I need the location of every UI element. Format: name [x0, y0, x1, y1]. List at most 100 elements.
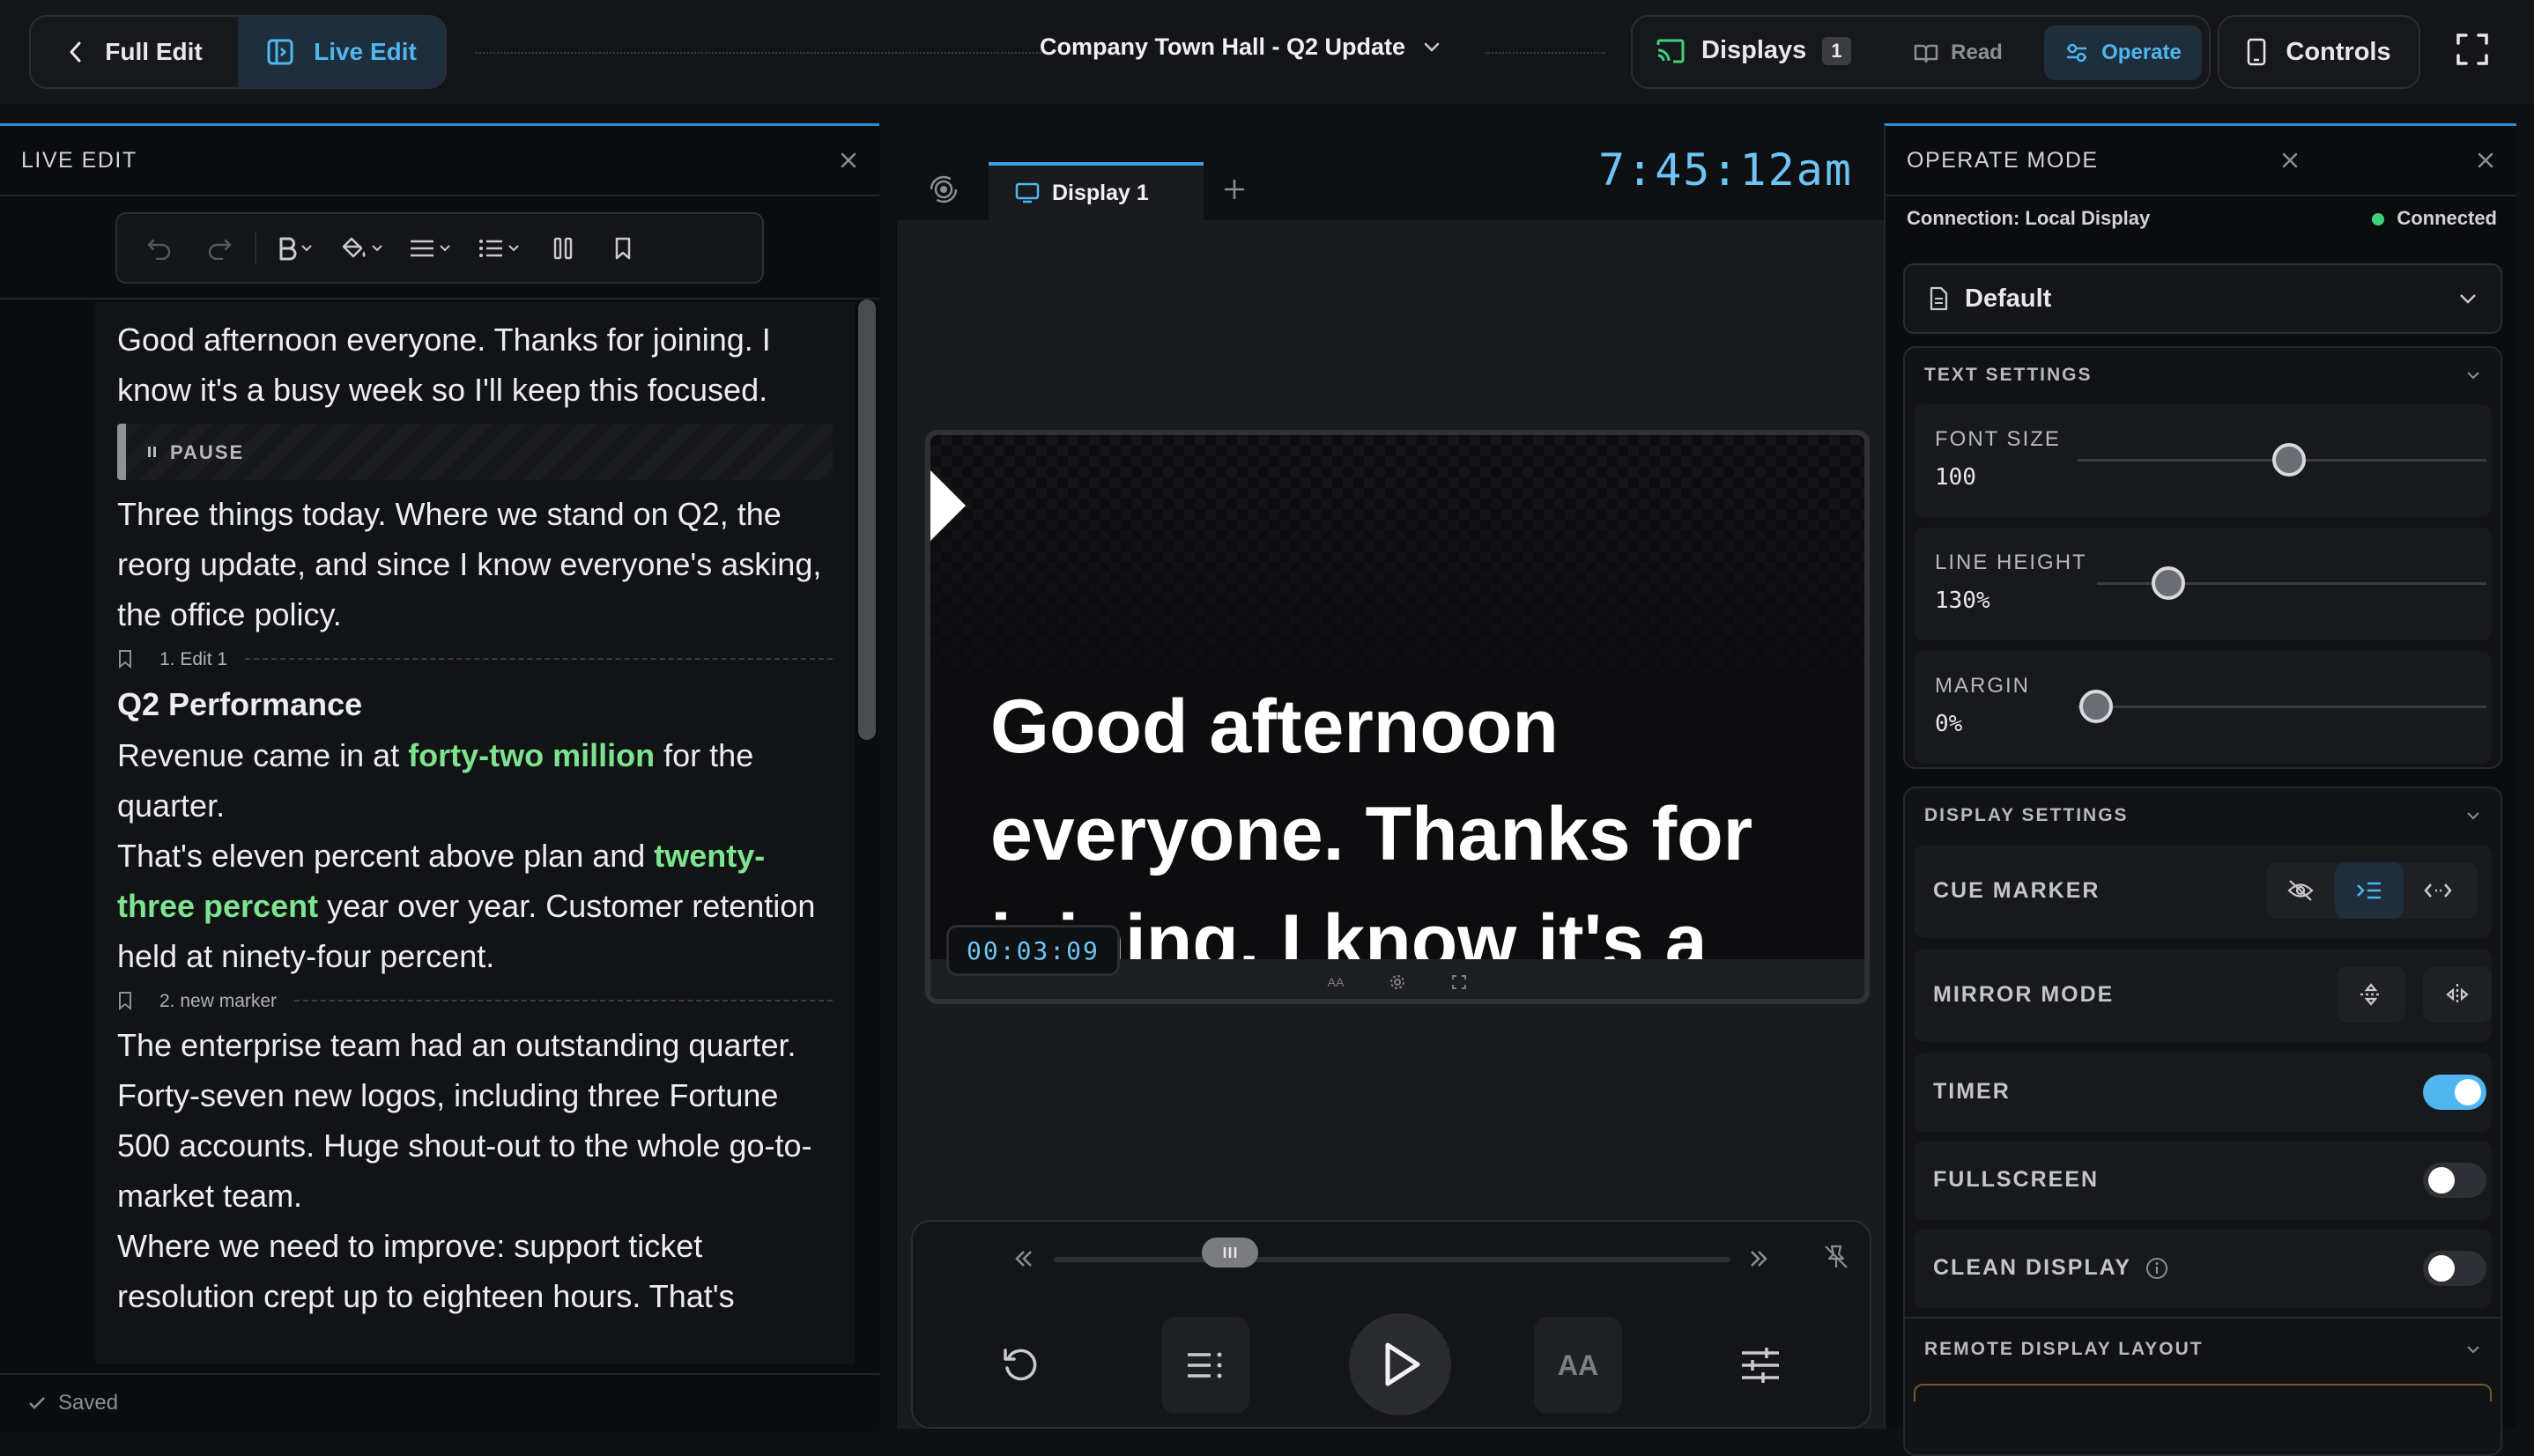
timer-toggle[interactable] — [2423, 1075, 2486, 1110]
fullscreen-toggle[interactable] — [2423, 1163, 2486, 1198]
live-edit-panel: LIVE EDIT Good afternoon everyone. Thank… — [0, 123, 879, 1431]
markers-list-button[interactable] — [1161, 1317, 1249, 1414]
font-size-label: AA — [1557, 1349, 1599, 1381]
displays-button[interactable]: Displays 1 — [1656, 36, 1851, 65]
fill-color-dropdown[interactable] — [334, 227, 390, 270]
cast-icon — [1656, 38, 1686, 64]
chevron-down-icon — [508, 244, 520, 253]
script-editor[interactable]: Good afternoon everyone. Thanks for join… — [95, 302, 855, 1364]
script-paragraph[interactable]: Where we need to improve: support ticket… — [117, 1221, 833, 1321]
document-icon — [1928, 286, 1949, 311]
section-divider — [1905, 1317, 2501, 1319]
play-icon — [1377, 1340, 1423, 1389]
format-toolbar — [115, 212, 764, 284]
scrubber-handle[interactable] — [1201, 1238, 1258, 1268]
margin-slider-handle[interactable] — [2079, 690, 2113, 723]
connection-status-label: Connected — [2397, 207, 2497, 229]
highlighted-text: forty-two million — [408, 737, 656, 773]
pause-block[interactable]: PAUSE — [117, 424, 833, 480]
connection-label: Connection: Local Display — [1907, 207, 2151, 229]
text-run: That's eleven percent above plan and — [117, 838, 655, 874]
close-icon[interactable] — [839, 151, 858, 170]
live-edit-button[interactable]: Live Edit — [238, 17, 445, 87]
scroll-scrubber[interactable] — [1054, 1257, 1730, 1262]
script-paragraph[interactable]: That's eleven percent above plan and twe… — [117, 831, 833, 981]
read-button[interactable]: Read — [1879, 26, 2037, 80]
fast-forward-icon[interactable] — [1746, 1246, 1771, 1271]
eye-off-icon[interactable] — [2266, 862, 2335, 919]
pause-insert-icon[interactable] — [538, 227, 588, 270]
add-tab-icon[interactable] — [1223, 178, 1246, 201]
close-icon[interactable] — [2476, 151, 2495, 170]
margin-slider[interactable] — [2078, 706, 2486, 708]
unpin-icon[interactable] — [1822, 1243, 1850, 1271]
broadcast-icon[interactable] — [929, 174, 959, 204]
flip-vertical-icon[interactable] — [2337, 966, 2405, 1023]
check-icon — [28, 1396, 46, 1410]
toolbar-divider — [255, 232, 256, 264]
bold-dropdown[interactable] — [267, 227, 323, 270]
align-dropdown[interactable] — [401, 227, 459, 270]
script-heading[interactable]: Q2 Performance — [117, 678, 833, 730]
document-title-dropdown[interactable]: Company Town Hall - Q2 Update — [1040, 33, 1441, 61]
preset-label: Default — [1965, 284, 2052, 313]
operate-label: Operate — [2101, 41, 2182, 64]
undo-icon[interactable] — [135, 227, 184, 270]
restart-button[interactable] — [976, 1317, 1064, 1414]
settings-icon[interactable] — [1389, 974, 1405, 990]
play-button[interactable] — [1349, 1313, 1451, 1415]
font-size-row: FONT SIZE 100 — [1914, 404, 2492, 517]
connection-row: Connection: Local Display Connected — [1907, 207, 2497, 230]
font-size-slider-handle[interactable] — [2272, 443, 2306, 477]
saved-label: Saved — [58, 1391, 119, 1415]
font-size-button[interactable]: AA — [1534, 1317, 1622, 1414]
bookmark-icon[interactable] — [598, 227, 648, 270]
margin-value: 0% — [1935, 711, 1963, 737]
script-paragraph[interactable]: The enterprise team had an outstanding q… — [117, 1020, 833, 1221]
text-size-icon[interactable]: AA — [1328, 975, 1345, 989]
script-marker[interactable]: 1. Edit 1 — [117, 639, 833, 678]
script-paragraph[interactable]: Good afternoon everyone. Thanks for join… — [117, 314, 833, 415]
adjustments-button[interactable] — [1716, 1317, 1804, 1414]
display-settings-header[interactable]: DISPLAY SETTINGS — [1905, 788, 2501, 843]
mirror-mode-label: MIRROR MODE — [1933, 982, 2115, 1007]
line-height-slider-handle[interactable] — [2152, 566, 2185, 600]
full-edit-button[interactable]: Full Edit — [31, 17, 238, 87]
chevron-down-icon — [2458, 292, 2478, 305]
marker-label: 1. Edit 1 — [159, 648, 228, 669]
bookmark-icon — [117, 649, 133, 669]
chevron-down-icon — [2465, 1344, 2481, 1355]
marker-label: 2. new marker — [159, 990, 278, 1011]
code-arrows-icon[interactable] — [2404, 862, 2472, 919]
remote-layout-header[interactable]: REMOTE DISPLAY LAYOUT — [1905, 1322, 2501, 1377]
script-marker[interactable]: 2. new marker — [117, 981, 833, 1020]
controls-button[interactable]: Controls — [2218, 15, 2420, 89]
script-paragraph[interactable]: Three things today. Where we stand on Q2… — [117, 489, 833, 639]
transport-controls: AA — [911, 1220, 1871, 1429]
chevron-down-icon — [300, 244, 313, 253]
script-paragraph[interactable]: Revenue came in at forty-two million for… — [117, 730, 833, 831]
close-icon[interactable] — [2280, 151, 2300, 170]
editor-scrollbar[interactable] — [858, 299, 876, 740]
mirror-mode-options — [2337, 966, 2492, 1023]
flip-horizontal-icon[interactable] — [2423, 966, 2492, 1023]
expand-icon[interactable] — [1451, 974, 1467, 990]
list-dropdown[interactable] — [470, 227, 528, 270]
display-tabs: Display 1 7:45:12am — [897, 123, 1884, 220]
clean-display-label: CLEAN DISPLAY — [1933, 1255, 2168, 1281]
text-settings-header[interactable]: TEXT SETTINGS — [1905, 348, 2501, 403]
fullscreen-icon[interactable] — [2455, 32, 2490, 67]
redo-icon[interactable] — [195, 227, 244, 270]
rewind-icon[interactable] — [1011, 1246, 1036, 1271]
tab-display-1[interactable]: Display 1 — [989, 162, 1204, 220]
clean-display-toggle[interactable] — [2423, 1251, 2486, 1286]
margin-row: MARGIN 0% — [1914, 651, 2492, 764]
info-icon[interactable] — [2145, 1257, 2168, 1280]
cue-marker-row: CUE MARKER — [1914, 845, 2492, 938]
preset-dropdown[interactable]: Default — [1903, 263, 2502, 334]
indent-arrow-icon[interactable] — [2335, 862, 2404, 919]
chevron-down-icon — [2465, 370, 2481, 381]
cue-marker-arrow — [930, 470, 966, 541]
operate-button[interactable]: Operate — [2044, 26, 2202, 80]
display-settings-section: DISPLAY SETTINGS CUE MARKER MIRROR MODE — [1903, 787, 2502, 1456]
